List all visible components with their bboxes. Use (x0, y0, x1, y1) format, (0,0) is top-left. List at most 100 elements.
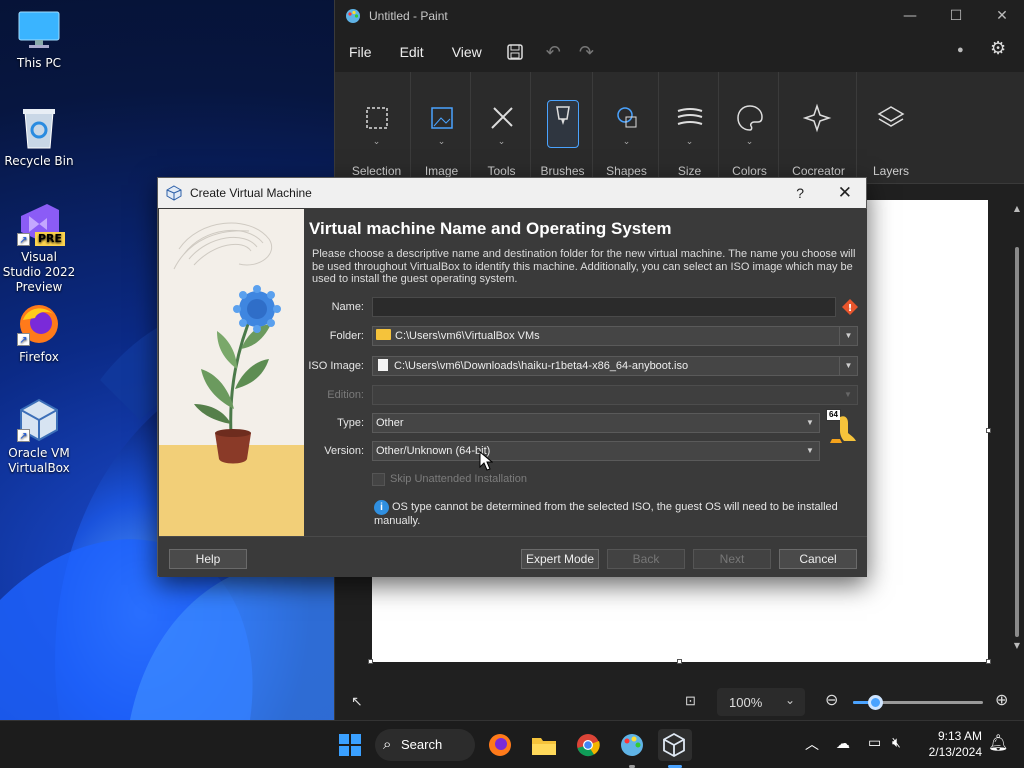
resize-handle[interactable] (986, 659, 991, 664)
paint-title: Untitled - Paint (369, 9, 448, 23)
paint-titlebar: Untitled - Paint — ☐ ✕ (335, 0, 1024, 32)
fit-to-window-icon[interactable]: ⊡ (685, 693, 696, 709)
menu-file[interactable]: File (349, 44, 372, 60)
clock[interactable]: 9:13 AM 2/13/2024 (920, 728, 982, 760)
next-button[interactable]: Next (693, 549, 771, 569)
ribbon-group-brushes[interactable]: Brushes (533, 72, 593, 184)
version-label: Version: (324, 445, 364, 457)
expert-mode-button[interactable]: Expert Mode (521, 549, 599, 569)
desktop-icon-virtualbox[interactable]: ↗ Oracle VM VirtualBox (1, 398, 77, 476)
undo-icon[interactable]: ↶ (546, 42, 561, 63)
wizard-description: Please choose a descriptive name and des… (312, 248, 856, 285)
chevron-down-icon: ⌄ (497, 136, 506, 146)
account-icon[interactable]: ● (957, 44, 964, 56)
back-button[interactable]: Back (607, 549, 685, 569)
firefox-icon (489, 734, 511, 756)
edition-label: Edition: (327, 389, 364, 401)
ribbon-group-colors[interactable]: ⌄ Colors (721, 72, 779, 184)
scrollbar-thumb[interactable] (1015, 247, 1019, 637)
shapes-icon (611, 102, 643, 134)
desktop-icon-recycle-bin[interactable]: Recycle Bin (1, 106, 77, 169)
zoom-in-icon[interactable]: ⊕ (995, 690, 1008, 710)
zoom-slider[interactable] (853, 695, 983, 710)
maximize-button[interactable]: ☐ (933, 0, 979, 32)
chrome-icon (577, 734, 600, 757)
show-hidden-icons-chevron-icon[interactable]: ︿ (805, 734, 819, 754)
clock-time: 9:13 AM (937, 729, 982, 743)
paint-app-icon (346, 9, 360, 23)
cloud-icon[interactable]: ☁ (836, 735, 850, 752)
type-selector[interactable]: Other ▼ (372, 413, 820, 433)
palette-icon (734, 102, 766, 134)
name-input[interactable] (372, 297, 836, 317)
gear-icon[interactable]: ⚙ (990, 38, 1006, 59)
chevron-down-icon[interactable]: ▼ (839, 327, 857, 345)
resize-handle[interactable] (677, 659, 682, 664)
close-button[interactable]: ✕ (979, 0, 1024, 32)
notification-bell-icon[interactable]: 🔔︎ (988, 733, 1008, 753)
resize-handle[interactable] (368, 659, 373, 664)
ribbon-group-cocreator[interactable]: Cocreator (781, 72, 857, 184)
taskbar-file-explorer[interactable] (528, 729, 560, 761)
chevron-down-icon: ▼ (806, 418, 814, 427)
vertical-scrollbar[interactable]: ▲ ▼ (1013, 204, 1021, 664)
iso-image-selector[interactable]: C:\Users\vm6\Downloads\haiku-r1beta4-x86… (372, 356, 858, 376)
network-icon[interactable]: ▭ (868, 734, 881, 751)
desktop-icon-firefox[interactable]: ↗ Firefox (1, 302, 77, 365)
chevron-down-icon: ▼ (806, 446, 814, 455)
cancel-button[interactable]: Cancel (779, 549, 857, 569)
folder-label: Folder: (329, 330, 364, 342)
dialog-content: Virtual machine Name and Operating Syste… (304, 209, 867, 536)
ribbon-group-tools[interactable]: ⌄ Tools (473, 72, 531, 184)
ribbon-group-layers[interactable]: Layers (859, 72, 923, 184)
zoom-slider-thumb[interactable] (868, 695, 884, 710)
menu-view[interactable]: View (452, 44, 482, 60)
taskbar-paint[interactable] (616, 729, 648, 768)
dialog-titlebar: Create Virtual Machine ? ✕ (158, 178, 866, 208)
shortcut-arrow-icon: ↗ (17, 233, 30, 246)
visual-studio-icon: PRE ↗ (17, 202, 66, 246)
desktop-icon-label: Firefox (19, 350, 59, 364)
taskbar-chrome[interactable] (572, 729, 604, 761)
dialog-title: Create Virtual Machine (190, 186, 312, 200)
tools-icon (486, 102, 518, 134)
taskbar-firefox[interactable] (484, 729, 516, 761)
resize-handle[interactable] (986, 428, 991, 433)
version-selector[interactable]: Other/Unknown (64-bit) ▼ (372, 441, 820, 461)
save-icon[interactable] (506, 43, 524, 61)
taskbar-virtualbox[interactable] (658, 729, 692, 768)
create-vm-dialog: Create Virtual Machine ? ✕ Virtual machi… (157, 177, 867, 577)
ribbon-group-selection[interactable]: ⌄ Selection (343, 72, 411, 184)
ribbon-group-shapes[interactable]: ⌄ Shapes (595, 72, 659, 184)
virtualbox-icon (663, 732, 685, 758)
iso-label: ISO Image: (308, 360, 364, 372)
desktop-icon-visual-studio[interactable]: PRE ↗ Visual Studio 2022 Preview (1, 202, 77, 295)
desktop-icon-label: Visual Studio 2022 Preview (2, 250, 76, 294)
chevron-down-icon: ⌄ (785, 693, 796, 707)
skip-unattended-label: Skip Unattended Installation (390, 473, 527, 485)
ribbon-group-size[interactable]: ⌄ Size (661, 72, 719, 184)
desktop-icon-this-pc[interactable]: This PC (1, 8, 77, 71)
taskbar-search[interactable]: ⌕ Search (375, 729, 475, 761)
start-button[interactable] (334, 729, 366, 761)
name-label: Name: (331, 301, 364, 313)
close-icon[interactable]: ✕ (838, 178, 852, 208)
scroll-up-icon[interactable]: ▲ (1013, 204, 1021, 213)
help-button[interactable]: Help (169, 549, 247, 569)
sparkle-icon (802, 102, 835, 134)
paint-icon (621, 734, 643, 756)
volume-muted-icon[interactable]: 🔇︎ (892, 734, 901, 751)
mouse-cursor-icon (479, 451, 493, 471)
windows-icon (339, 734, 361, 756)
pre-badge: PRE (35, 232, 66, 246)
zoom-out-icon[interactable]: ⊖ (825, 690, 838, 710)
scroll-down-icon[interactable]: ▼ (1013, 641, 1021, 650)
zoom-dropdown[interactable]: 100% ⌄ (717, 688, 805, 716)
minimize-button[interactable]: — (887, 0, 933, 32)
menu-edit[interactable]: Edit (400, 44, 424, 60)
redo-icon[interactable]: ↷ (579, 42, 594, 63)
folder-selector[interactable]: C:\Users\vm6\VirtualBox VMs ▼ (372, 326, 858, 346)
chevron-down-icon[interactable]: ▼ (839, 357, 857, 375)
help-button[interactable]: ? (796, 178, 804, 208)
ribbon-group-image[interactable]: ⌄ Image (413, 72, 471, 184)
